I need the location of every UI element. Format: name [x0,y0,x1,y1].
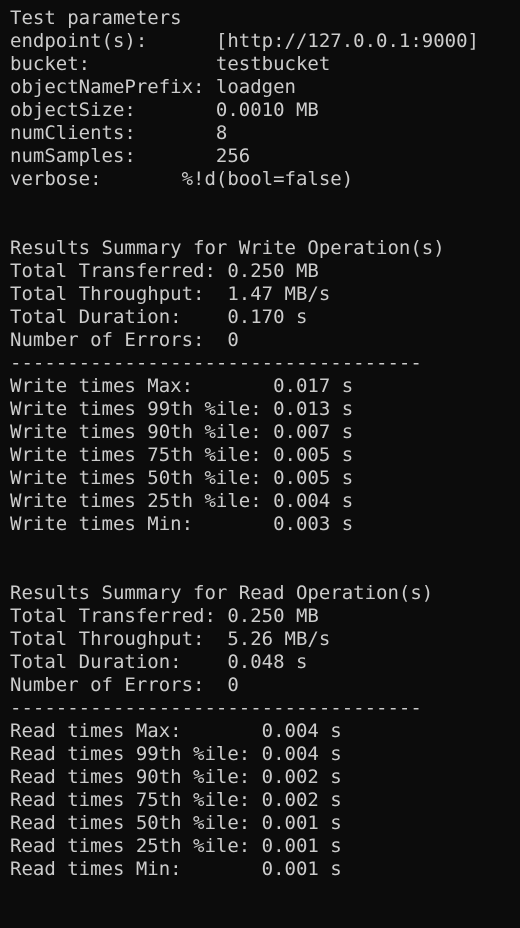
terminal-line: Read times Min: 0.001 s [10,858,342,880]
terminal-line: ------------------------------------ [10,697,422,719]
terminal-line: Read times 25th %ile: 0.001 s [10,835,342,857]
terminal-line: endpoint(s): [http://127.0.0.1:9000] [10,30,479,52]
terminal-line: objectSize: 0.0010 MB [10,99,319,121]
terminal-line: ------------------------------------ [10,352,422,374]
terminal-line: Read times 50th %ile: 0.001 s [10,812,342,834]
terminal-line: verbose: %!d(bool=false) [10,168,354,190]
terminal-line: Results Summary for Read Operation(s) [10,582,434,604]
terminal-line: Number of Errors: 0 [10,329,239,351]
terminal-line: Read times 99th %ile: 0.004 s [10,743,342,765]
terminal-line: numClients: 8 [10,122,228,144]
terminal-output[interactable]: Test parameters endpoint(s): [http://127.… [0,0,520,928]
terminal-line: objectNamePrefix: loadgen [10,76,296,98]
terminal-line: Write times Max: 0.017 s [10,375,354,397]
terminal-line: bucket: testbucket [10,53,331,75]
terminal-line: Total Duration: 0.170 s [10,306,308,328]
terminal-line: Total Throughput: 1.47 MB/s [10,283,331,305]
terminal-line: Read times 75th %ile: 0.002 s [10,789,342,811]
terminal-line: Total Duration: 0.048 s [10,651,308,673]
terminal-line: Write times Min: 0.003 s [10,513,354,535]
terminal-line: Test parameters [10,7,182,29]
terminal-line: Write times 50th %ile: 0.005 s [10,467,354,489]
terminal-line: Read times Max: 0.004 s [10,720,342,742]
terminal-line: Write times 75th %ile: 0.005 s [10,444,354,466]
terminal-line: Write times 99th %ile: 0.013 s [10,398,354,420]
terminal-line: Total Transferred: 0.250 MB [10,605,319,627]
terminal-line: Write times 90th %ile: 0.007 s [10,421,354,443]
terminal-line: Total Throughput: 5.26 MB/s [10,628,331,650]
terminal-line: numSamples: 256 [10,145,251,167]
terminal-line: Write times 25th %ile: 0.004 s [10,490,354,512]
terminal-line: Number of Errors: 0 [10,674,239,696]
terminal-line: Total Transferred: 0.250 MB [10,260,319,282]
terminal-line: Results Summary for Write Operation(s) [10,237,445,259]
terminal-line: Read times 90th %ile: 0.002 s [10,766,342,788]
